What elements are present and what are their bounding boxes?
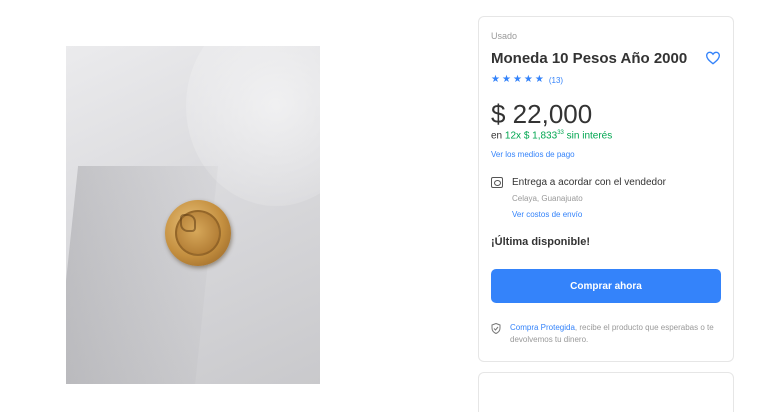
product-image[interactable] — [66, 46, 320, 384]
star-icon: ★ — [491, 74, 500, 85]
installments-suffix: sin interés — [566, 130, 613, 142]
delivery-icon — [491, 177, 503, 188]
heart-icon[interactable] — [705, 50, 721, 66]
buy-now-button[interactable]: Comprar ahora — [491, 269, 721, 303]
shipping-costs-link[interactable]: Ver costos de envío — [512, 210, 582, 219]
delivery-label: Entrega a acordar con el vendedor — [512, 177, 666, 188]
coin-image — [165, 200, 231, 266]
condition-label: Usado — [491, 31, 518, 41]
protected-purchase-link[interactable]: Compra Protegida — [510, 323, 575, 332]
star-icon: ★ — [534, 74, 544, 85]
stock-label: ¡Última disponible! — [491, 236, 590, 248]
payment-methods-link[interactable]: Ver los medios de pago — [491, 150, 575, 159]
star-icon: ★ — [501, 74, 511, 85]
installments: en 12x $ 1,83333 sin interés — [491, 130, 612, 141]
installments-amount: $ 1,833 — [523, 130, 558, 142]
protection-notice: Compra Protegida, recibe el producto que… — [510, 322, 715, 346]
installments-cents: 33 — [557, 130, 564, 136]
price: $ 22,000 — [491, 99, 593, 129]
installments-prefix: en — [491, 130, 503, 142]
seller-location: Celaya, Guanajuato — [512, 194, 583, 203]
installments-count: 12x — [504, 130, 522, 142]
star-icon: ★ — [523, 74, 533, 85]
coin-emblem — [180, 214, 196, 232]
shield-icon — [491, 323, 501, 334]
rating[interactable]: ★ ★ ★ ★ ★ (13) — [491, 75, 563, 85]
star-icon: ★ — [512, 74, 522, 85]
secondary-panel — [478, 372, 734, 412]
photo-shadow — [66, 166, 219, 384]
purchase-panel: Usado Moneda 10 Pesos Año 2000 ★ ★ ★ ★ ★… — [478, 16, 734, 362]
product-title: Moneda 10 Pesos Año 2000 — [491, 50, 688, 67]
rating-count: (13) — [548, 75, 564, 85]
